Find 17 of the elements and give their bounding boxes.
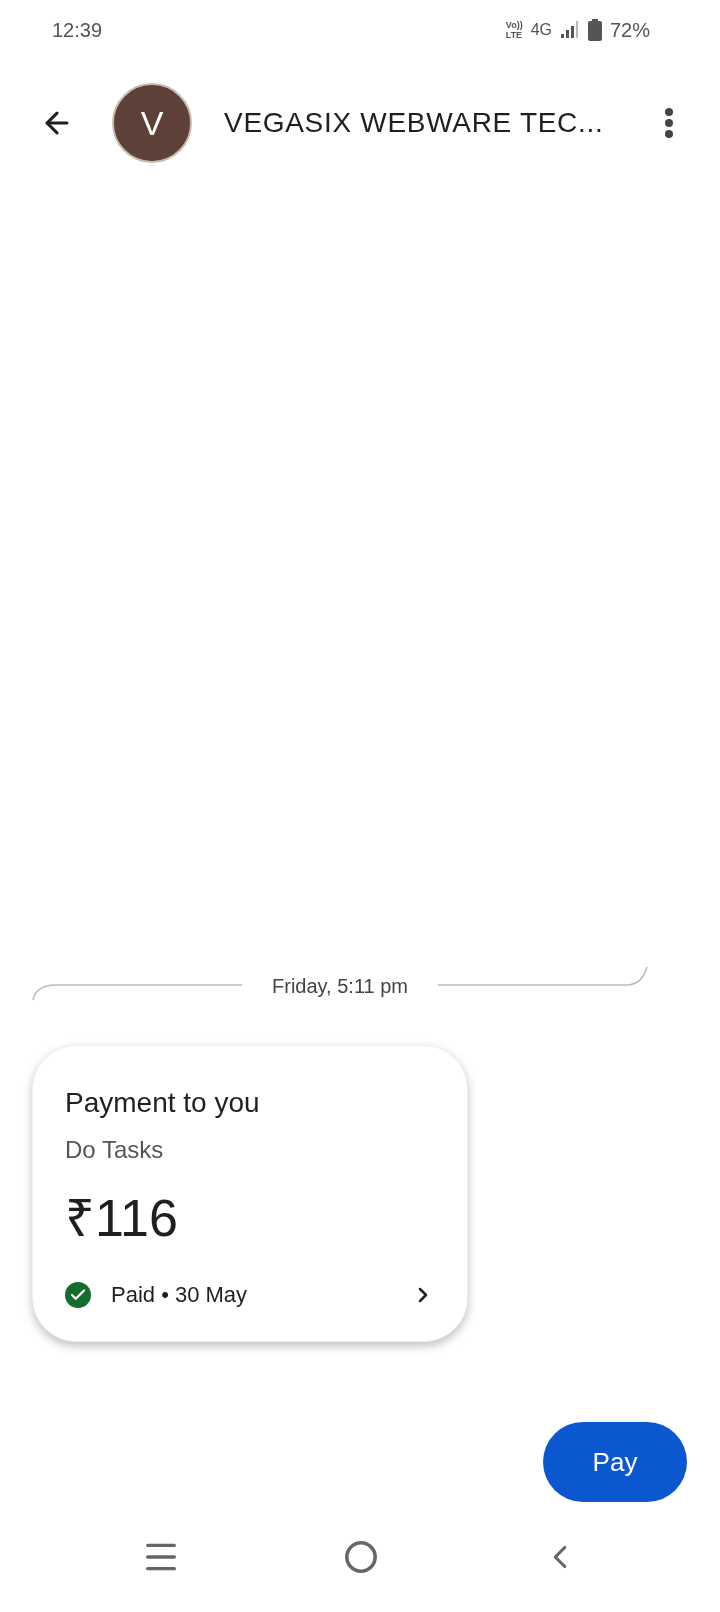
signal-icon bbox=[559, 20, 580, 40]
network-type: 4G bbox=[530, 20, 552, 40]
status-time: 12:39 bbox=[52, 18, 103, 43]
pay-button[interactable]: Pay bbox=[543, 1422, 687, 1502]
contact-avatar: V bbox=[112, 83, 192, 163]
volte-indicator: Vo)) LTE bbox=[505, 20, 523, 40]
contact-name: VEGASIX WEBWARE TEC... bbox=[224, 106, 604, 140]
message-timestamp: Friday, 5:11 pm bbox=[271, 973, 409, 999]
payment-title: Payment to you bbox=[65, 1086, 261, 1120]
payment-card[interactable]: Payment to you Do Tasks ₹116 Paid • 30 May bbox=[32, 1045, 468, 1342]
payment-status: Paid • 30 May bbox=[111, 1281, 248, 1309]
home-icon[interactable] bbox=[344, 1540, 378, 1574]
battery-percentage: 72% bbox=[609, 18, 650, 43]
more-options-icon bbox=[665, 108, 673, 138]
battery-icon bbox=[587, 19, 602, 41]
payment-amount: ₹116 bbox=[65, 1188, 179, 1248]
payment-note: Do Tasks bbox=[65, 1135, 165, 1165]
